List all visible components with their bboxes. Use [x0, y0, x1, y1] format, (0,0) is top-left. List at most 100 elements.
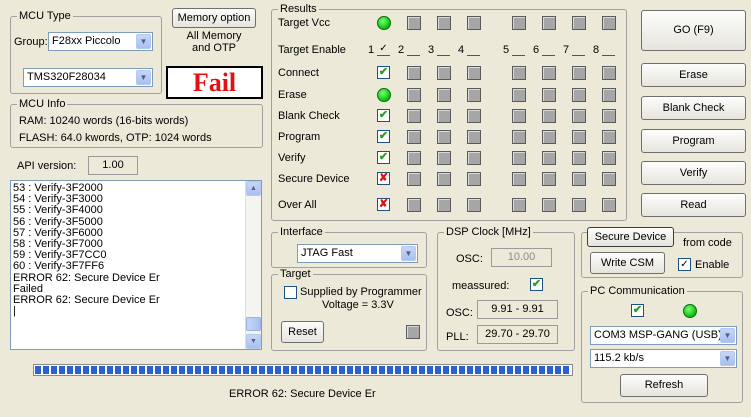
- progress-segment: [427, 366, 433, 374]
- api-version-field: 1.00: [88, 156, 138, 175]
- chevron-down-icon[interactable]: ▼: [401, 246, 416, 261]
- fail-x-icon: ✘: [377, 198, 390, 211]
- refresh-button[interactable]: Refresh: [620, 374, 708, 397]
- status-indicator: [467, 151, 481, 165]
- target-enable-checkbox[interactable]: [467, 43, 480, 56]
- program-button[interactable]: Program: [641, 129, 746, 153]
- chevron-down-icon[interactable]: ▼: [720, 351, 735, 366]
- target-enable-checkbox[interactable]: ✓: [377, 43, 390, 56]
- status-indicator: [572, 151, 586, 165]
- scroll-down-icon[interactable]: ▼: [246, 334, 261, 349]
- fail-x-icon: ✘: [377, 172, 390, 185]
- osc-label: OSC:: [456, 253, 483, 265]
- secure-device-label: Secure Device: [594, 230, 667, 243]
- baud-select[interactable]: 115.2 kb/s ▼: [590, 349, 737, 368]
- x-icon: ✘: [378, 172, 389, 184]
- supplied-by-programmer-label: Supplied by Programmer: [300, 286, 422, 298]
- status-indicator: [437, 66, 451, 80]
- target-number: 6: [533, 44, 540, 56]
- log-textarea[interactable]: 53 : Verify-3F2000 54 : Verify-3F3000 55 :…: [10, 180, 262, 350]
- progress-segment: [123, 366, 129, 374]
- progress-segment: [451, 366, 457, 374]
- target-enable-checkbox[interactable]: [512, 43, 525, 56]
- check-icon: ✓: [680, 259, 689, 270]
- status-indicator: [512, 130, 526, 144]
- pc-comm-title: PC Communication: [588, 285, 687, 298]
- status-indicator: [467, 16, 481, 30]
- erase-button[interactable]: Erase: [641, 63, 746, 87]
- progress-segment: [99, 366, 105, 374]
- progress-segment: [515, 366, 521, 374]
- progress-segment: [331, 366, 337, 374]
- chevron-down-icon[interactable]: ▼: [136, 70, 151, 85]
- progress-segment: [523, 366, 529, 374]
- target-enable-checkbox[interactable]: [437, 43, 450, 56]
- verify-button[interactable]: Verify: [641, 161, 746, 185]
- progress-segment: [419, 366, 425, 374]
- result-row-label: Over All: [278, 199, 317, 211]
- progress-segment: [395, 366, 401, 374]
- progress-segment: [323, 366, 329, 374]
- result-row-label: Connect: [278, 67, 319, 79]
- progress-segment: [35, 366, 41, 374]
- group-select-value: F28xx Piccolo: [52, 35, 121, 47]
- status-indicator: [602, 130, 616, 144]
- progress-segment: [347, 366, 353, 374]
- enable-checkbox[interactable]: ✓: [678, 258, 691, 271]
- group-select[interactable]: F28xx Piccolo ▼: [48, 32, 153, 51]
- port-select[interactable]: COM3 MSP-GANG (USB) ▼: [590, 326, 737, 345]
- check-icon: ✔: [531, 278, 542, 290]
- progress-segment: [163, 366, 169, 374]
- device-select[interactable]: TMS320F28034 ▼: [23, 68, 153, 87]
- target-number: 2: [398, 44, 405, 56]
- target-number: 5: [503, 44, 510, 56]
- progress-bar: [33, 364, 573, 376]
- progress-segment: [379, 366, 385, 374]
- interface-select[interactable]: JTAG Fast ▼: [297, 244, 418, 263]
- read-button[interactable]: Read: [641, 193, 746, 217]
- osc-field[interactable]: 10.00: [491, 248, 552, 267]
- status-indicator: [572, 172, 586, 186]
- result-row-label: Target Vcc: [278, 17, 330, 29]
- log-scrollbar[interactable]: ▲ ▼: [245, 181, 261, 349]
- progress-segment: [243, 366, 249, 374]
- chevron-down-icon[interactable]: ▼: [136, 34, 151, 49]
- target-number: 8: [593, 44, 600, 56]
- reset-button[interactable]: Reset: [281, 321, 324, 343]
- memory-option-button[interactable]: Memory option: [172, 8, 256, 28]
- target-enable-checkbox[interactable]: [572, 43, 585, 56]
- interface-select-value: JTAG Fast: [301, 247, 353, 259]
- api-version-label: API version:: [17, 160, 77, 172]
- go-button[interactable]: GO (F9): [641, 10, 746, 51]
- progress-segment: [155, 366, 161, 374]
- status-indicator: [437, 109, 451, 123]
- status-indicator: [467, 130, 481, 144]
- progress-segment: [315, 366, 321, 374]
- check-icon: ✔: [632, 304, 643, 316]
- log-line: 56 : Verify-3F5000: [13, 216, 103, 228]
- target-enable-checkbox[interactable]: [407, 43, 420, 56]
- progress-segment: [147, 366, 153, 374]
- secure-device-button[interactable]: Secure Device: [587, 227, 674, 247]
- supplied-by-programmer-checkbox[interactable]: [284, 286, 297, 299]
- app-window: MCU Type Group: F28xx Piccolo ▼ TMS320F2…: [0, 0, 751, 417]
- chevron-down-icon[interactable]: ▼: [720, 328, 735, 343]
- write-csm-button[interactable]: Write CSM: [590, 252, 665, 274]
- result-row-label: Secure Device: [278, 173, 350, 185]
- status-indicator: [467, 172, 481, 186]
- measured-checkbox[interactable]: ✔: [530, 278, 543, 291]
- status-indicator: [467, 109, 481, 123]
- scroll-thumb[interactable]: [246, 317, 261, 331]
- target-enable-checkbox[interactable]: [602, 43, 615, 56]
- progress-segment: [403, 366, 409, 374]
- fail-status-text: Fail: [192, 67, 237, 97]
- target-enable-checkbox[interactable]: [542, 43, 555, 56]
- measured-label: meassured:: [452, 280, 510, 292]
- status-indicator: [407, 16, 421, 30]
- status-indicator: [437, 198, 451, 212]
- check-icon: ✔: [378, 109, 389, 121]
- voltage-text: Voltage = 3.3V: [322, 299, 394, 311]
- status-message: ERROR 62: Secure Device Er: [229, 388, 376, 400]
- blank-check-button[interactable]: Blank Check: [641, 96, 746, 120]
- scroll-up-icon[interactable]: ▲: [246, 181, 261, 196]
